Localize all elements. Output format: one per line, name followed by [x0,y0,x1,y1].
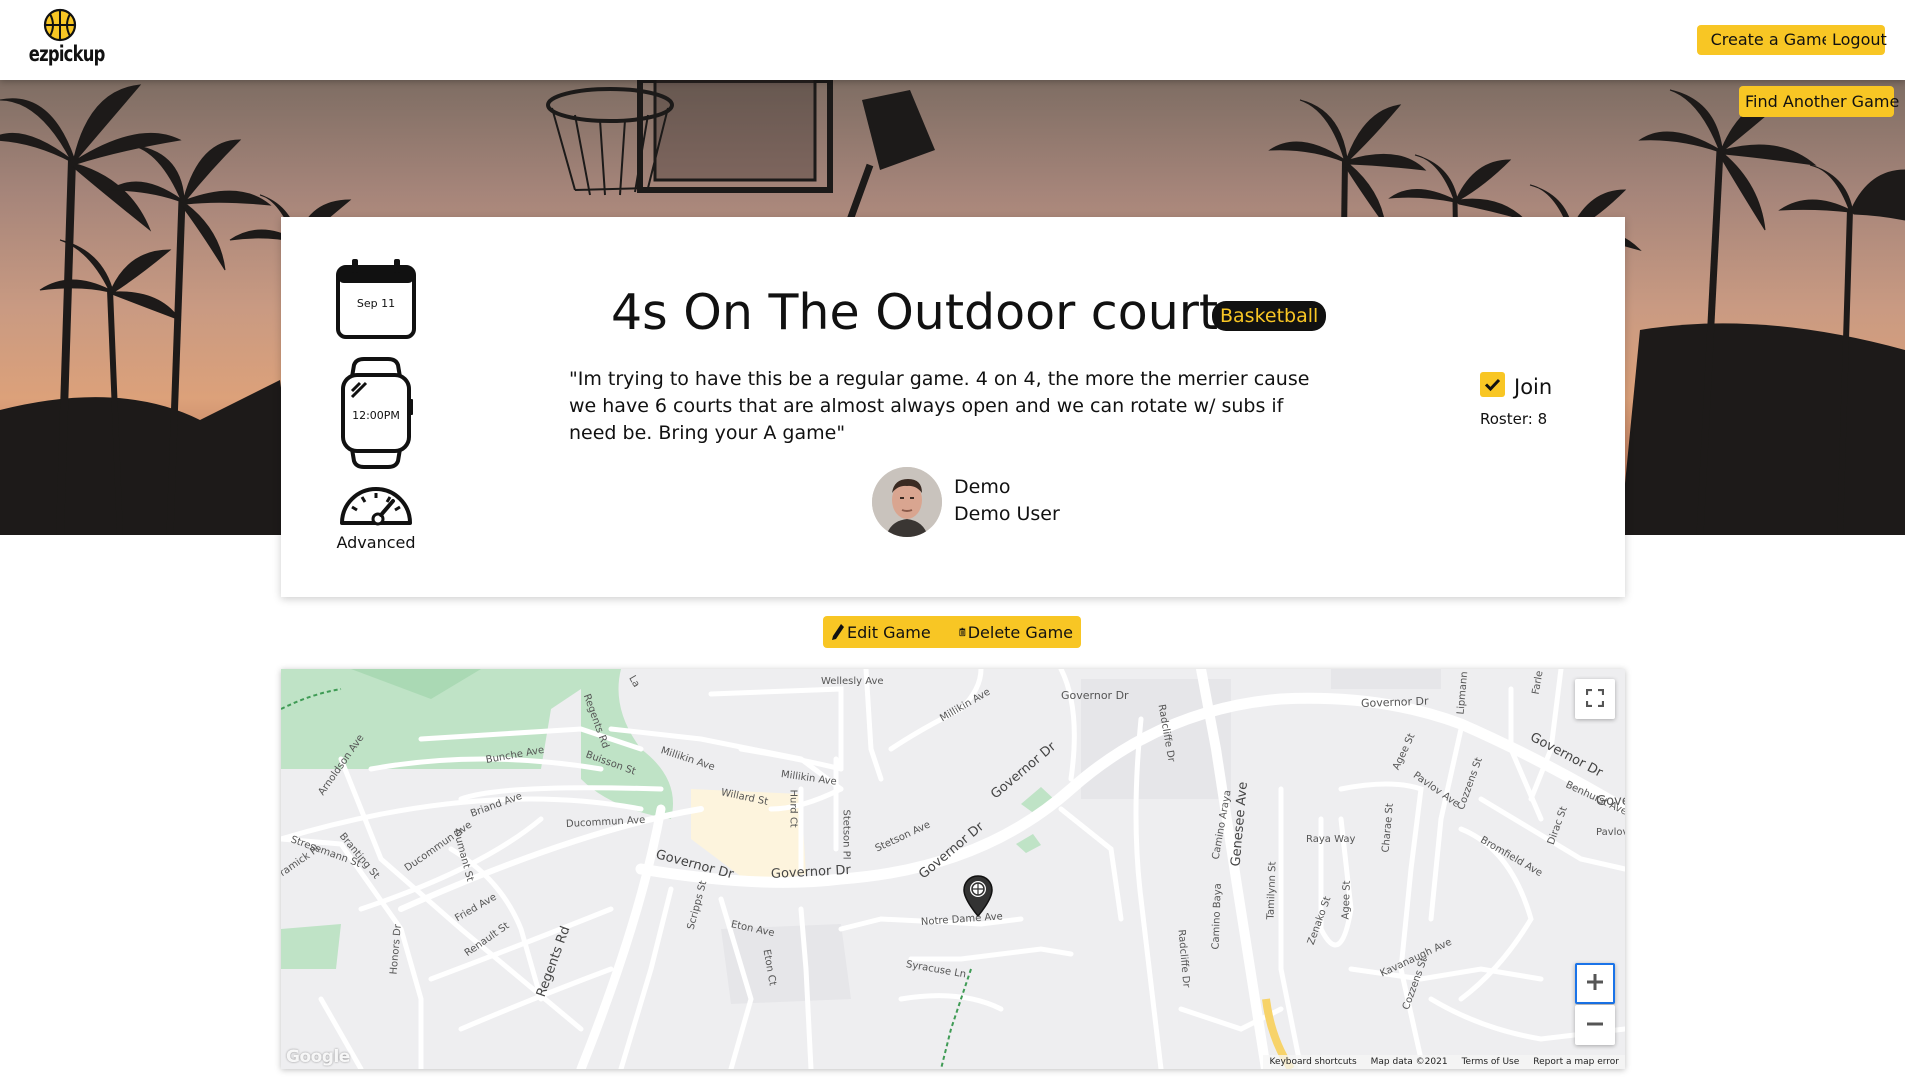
organizer-fullname: Demo User [954,503,1060,525]
game-date-text: Sep 11 [356,297,396,310]
street-label: Wellesly Ave [821,676,884,687]
organizer[interactable]: Demo Demo User [872,467,1132,539]
map-data-label: Map data ©2021 [1370,1057,1448,1067]
street-label: Pavlov [1596,827,1625,838]
fullscreen-icon [1585,688,1605,707]
game-level-text: Advanced [336,533,416,552]
map-fullscreen-button[interactable] [1575,679,1615,719]
edit-game-label: Edit Game [847,622,931,642]
street-label: Governor Dr [1360,694,1429,710]
avatar-photo [872,467,942,537]
game-time-text: 12:00PM [352,409,400,422]
street-label: Raya Way [1306,834,1356,845]
map-tiles [281,669,1625,1069]
street-label: Agee St [1340,880,1353,920]
street-label: Gover [1596,794,1625,809]
sport-badge: Basketball [1212,301,1327,331]
brand-name: ezpickup [28,42,106,66]
plus-icon [1587,974,1603,990]
map-zoom-out-button[interactable] [1575,1005,1615,1045]
game-location-map[interactable]: Wellesly Ave Millikin Ave Governor Dr Go… [281,669,1625,1069]
join-label[interactable]: Join [1514,372,1552,402]
street-label: Stetson Pl [840,809,852,860]
game-level: Advanced [336,483,416,552]
speedometer-icon [340,487,412,526]
street-label: Hurd Ct [787,789,799,828]
minus-icon [1587,1022,1603,1025]
join-checkbox[interactable] [1480,372,1505,397]
top-navbar: ezpickup Create a Game Logout [0,0,1905,80]
check-icon [1484,378,1501,392]
google-logo: Google [286,1047,350,1067]
game-meta-column: Sep 11 12:00PM Advanced [321,257,431,552]
keyboard-shortcuts-link[interactable]: Keyboard shortcuts [1269,1055,1356,1069]
trash-icon [959,627,966,637]
basketball-icon [43,8,77,42]
create-game-button[interactable]: Create a Game [1697,25,1845,55]
map-zoom-in-button[interactable] [1575,963,1615,1004]
edit-game-button[interactable]: Edit Game [823,616,951,648]
report-map-error-link[interactable]: Report a map error [1533,1055,1619,1069]
organizer-username: Demo [954,476,1011,498]
game-details-card: Sep 11 12:00PM Advanced 4s On The Outdoo… [281,217,1625,597]
street-label: Tamilynn St [1265,861,1279,920]
terms-of-use-link[interactable]: Terms of Use [1462,1055,1520,1069]
street-label: Camino Baya [1210,883,1224,950]
pencil-icon [832,624,844,640]
roster-count: Roster: 8 [1480,410,1548,428]
map-pin-icon[interactable] [961,874,995,918]
game-time: 12:00PM [338,357,414,469]
game-title: 4s On The Outdoor court [611,284,1219,341]
game-description: "Im trying to have this be a regular gam… [569,368,1310,444]
avatar [872,467,942,537]
find-another-game-button[interactable]: Find Another Game [1739,86,1899,117]
brand-logo[interactable]: ezpickup [20,8,106,72]
game-actions: Edit Game Delete Game [823,616,1081,648]
street-label: Governor Dr [1061,689,1129,702]
delete-game-label: Delete Game [967,622,1073,642]
map-attribution: Keyboard shortcuts Map data ©2021 Terms … [1263,1055,1625,1069]
logout-button[interactable]: Logout [1826,25,1887,55]
game-date: Sep 11 [334,257,418,341]
delete-game-button[interactable]: Delete Game [951,616,1081,648]
